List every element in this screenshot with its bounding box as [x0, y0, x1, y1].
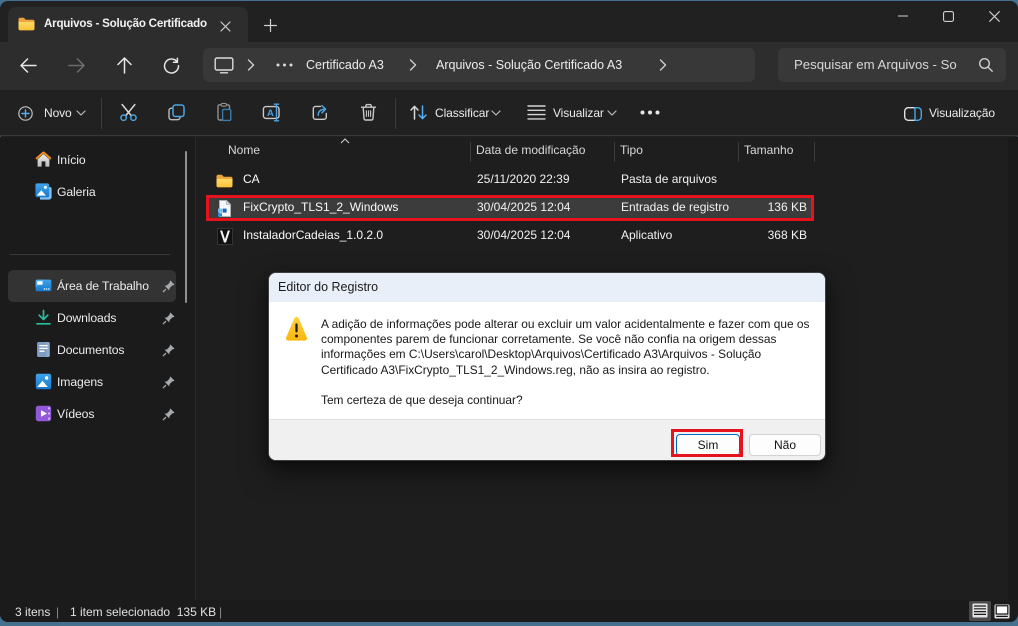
svg-text:A: A [267, 108, 274, 119]
